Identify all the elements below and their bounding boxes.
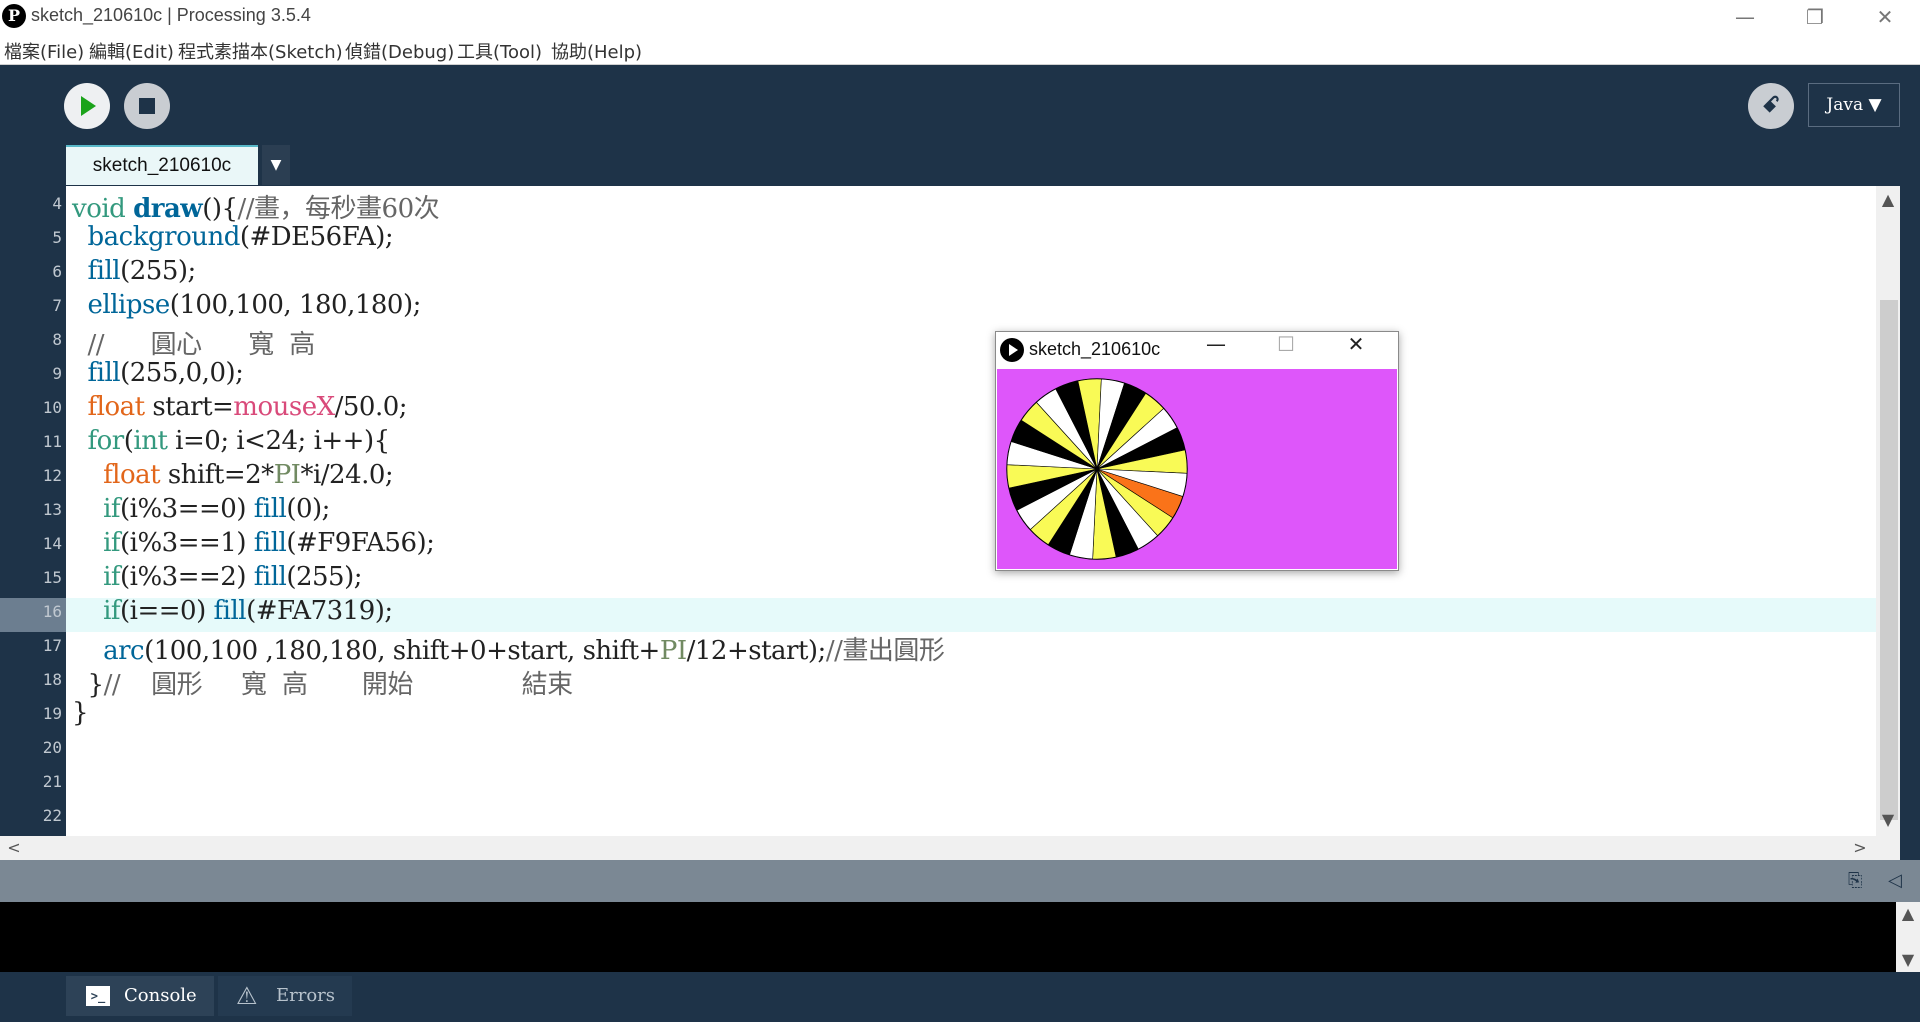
close-button[interactable]: ✕ [1850, 0, 1920, 34]
menu-debug[interactable]: 偵錯(Debug) [345, 38, 454, 64]
scroll-right-icon[interactable]: > [1848, 838, 1872, 857]
stop-icon [139, 98, 155, 114]
tab-sketch[interactable]: sketch_210610c [66, 145, 258, 185]
scroll-left-icon[interactable]: < [2, 838, 26, 857]
console-output[interactable] [0, 902, 1896, 972]
line-number: 9 [52, 364, 62, 383]
menu-sketch[interactable]: 程式素描本(Sketch) [178, 38, 343, 64]
menu-help[interactable]: 協助(Help) [551, 38, 642, 64]
play-icon [81, 96, 96, 116]
restore-button[interactable]: ❐ [1780, 0, 1850, 34]
line-number-gutter: 4 5 6 7 8 9 10 11 12 13 14 15 16 17 18 1… [0, 186, 66, 836]
console-tab-bar: >_ Console ⚠ Errors [0, 972, 1920, 1022]
tab-errors[interactable]: ⚠ Errors [218, 976, 352, 1016]
status-bar: ⎘ ◁ [0, 860, 1920, 902]
butterfly-icon: ꗃ [1762, 93, 1780, 118]
scrollbar-thumb[interactable] [1880, 300, 1898, 820]
tab-console-label: Console [124, 985, 197, 1006]
processing-run-icon [1000, 338, 1024, 362]
code-editor[interactable]: void draw(){//畫，每秒畫60次 background(#DE56F… [66, 186, 1876, 836]
copy-console-icon[interactable]: ⎘ [1848, 870, 1862, 891]
menu-bar: 檔案(File) 編輯(Edit) 程式素描本(Sketch) 偵錯(Debug… [0, 34, 1920, 65]
code-line: ellipse(100,100, 180,180); [87, 290, 422, 320]
line-number: 11 [42, 432, 62, 451]
code-line: if(i%3==0) fill(0); [103, 494, 330, 524]
scroll-down-icon[interactable]: ▼ [1896, 950, 1920, 969]
line-number: 18 [42, 670, 62, 689]
menu-file[interactable]: 檔案(File) [4, 38, 84, 64]
code-line: float shift=2*PI*i/24.0; [103, 460, 394, 490]
scroll-up-icon[interactable]: ▲ [1876, 190, 1900, 209]
toolbar: ꗃ Java ▼ [0, 65, 1920, 153]
line-number: 22 [42, 806, 62, 825]
line-number: 7 [52, 296, 62, 315]
tab-console[interactable]: >_ Console [66, 976, 214, 1016]
warning-icon: ⚠ [236, 982, 258, 1010]
code-line: // 圓心 寬 高 [87, 330, 316, 360]
sketch-canvas[interactable] [997, 369, 1397, 569]
line-number: 10 [42, 398, 62, 417]
sketch-close-button[interactable]: ✕ [1326, 332, 1386, 368]
scroll-down-icon[interactable]: ▼ [1876, 810, 1900, 829]
stop-button[interactable] [124, 83, 170, 129]
minimize-button[interactable]: — [1710, 0, 1780, 34]
collapse-console-icon[interactable]: ◁ [1888, 870, 1902, 891]
tab-errors-label: Errors [276, 985, 336, 1006]
line-number: 4 [52, 194, 62, 213]
editor-horizontal-scrollbar[interactable]: < > [0, 836, 1900, 860]
line-number: 12 [42, 466, 62, 485]
code-line: if(i%3==1) fill(#F9FA56); [103, 528, 435, 558]
code-line: } [72, 698, 89, 728]
mode-select[interactable]: Java ▼ [1808, 83, 1900, 127]
line-number: 21 [42, 772, 62, 791]
sketch-maximize-button[interactable]: ☐ [1256, 332, 1316, 368]
line-number: 20 [42, 738, 62, 757]
menu-tool[interactable]: 工具(Tool) [457, 38, 542, 64]
code-line: if(i%3==2) fill(255); [103, 562, 363, 592]
line-number: 15 [42, 568, 62, 587]
line-number: 8 [52, 330, 62, 349]
scroll-up-icon[interactable]: ▲ [1896, 904, 1920, 923]
title-bar: P sketch_210610c | Processing 3.5.4 — ❐ … [0, 0, 1920, 34]
code-line: void draw(){//畫，每秒畫60次 [72, 194, 440, 224]
chevron-down-icon: ▼ [270, 157, 282, 173]
code-line: background(#DE56FA); [87, 222, 394, 252]
line-number: 6 [52, 262, 62, 281]
sketch-window[interactable]: sketch_210610c — ☐ ✕ [995, 331, 1399, 571]
processing-logo-icon: P [2, 4, 26, 28]
line-number: 14 [42, 534, 62, 553]
sketch-title-bar: sketch_210610c — ☐ ✕ [996, 332, 1398, 368]
window-title: sketch_210610c | Processing 3.5.4 [31, 5, 311, 25]
code-line: for(int i=0; i<24; i++){ [87, 426, 391, 456]
run-button[interactable] [64, 83, 110, 129]
line-number: 5 [52, 228, 62, 247]
code-line: fill(255,0,0); [87, 358, 244, 388]
line-number: 16 [42, 602, 62, 621]
code-line: }// 圓形 寬 高 開始 結束 [72, 670, 574, 700]
code-line: arc(100,100 ,180,180, shift+0+start, shi… [103, 636, 945, 666]
code-line: if(i==0) fill(#FA7319); [103, 596, 393, 626]
line-number: 19 [42, 704, 62, 723]
tab-menu-button[interactable]: ▼ [262, 145, 290, 185]
debug-button[interactable]: ꗃ [1748, 83, 1794, 129]
menu-edit[interactable]: 編輯(Edit) [89, 38, 174, 64]
editor-vertical-scrollbar[interactable]: ▲ ▼ [1876, 186, 1900, 836]
sketch-minimize-button[interactable]: — [1186, 332, 1246, 368]
code-line: fill(255); [87, 256, 197, 286]
code-line: float start=mouseX/50.0; [87, 392, 408, 422]
line-number: 13 [42, 500, 62, 519]
line-number: 17 [42, 636, 62, 655]
console-icon: >_ [86, 986, 110, 1006]
sketch-window-title: sketch_210610c [1029, 339, 1161, 359]
console-scrollbar[interactable]: ▲ ▼ [1896, 902, 1920, 972]
